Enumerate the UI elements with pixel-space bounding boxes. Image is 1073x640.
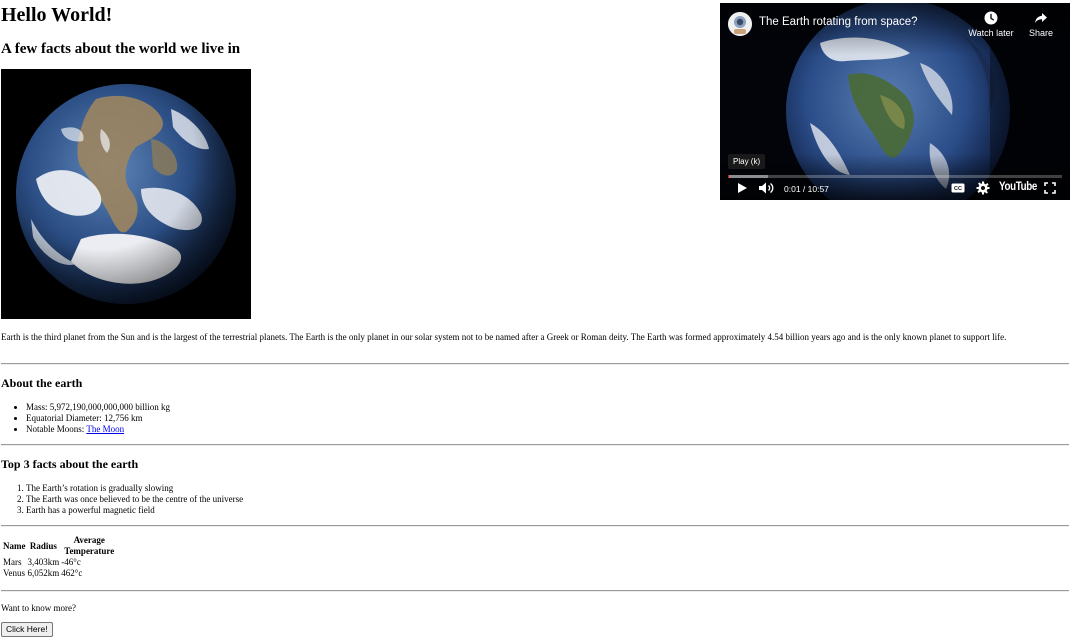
list-item: Notable Moons: The Moon: [26, 424, 170, 435]
more-text: Want to know more?: [1, 603, 77, 613]
divider: [1, 363, 1069, 365]
progress-loaded: [728, 175, 769, 178]
time-display: 0:01 / 10:57: [784, 184, 829, 194]
earth-image: [1, 69, 251, 319]
list-item: The Earth was once believed to be the ce…: [26, 494, 243, 505]
video-title[interactable]: The Earth rotating from space?: [759, 16, 918, 28]
page-subtitle: A few facts about the world we live in: [1, 41, 241, 57]
facts-heading: Top 3 facts about the earth: [1, 457, 139, 471]
list-item: The Earth’s rotation is gradually slowin…: [26, 483, 243, 494]
list-item: Earth has a powerful magnetic field: [26, 505, 243, 516]
clock-icon: [984, 11, 998, 25]
planet-table: Name Radius Average Temperature Mars 3,4…: [1, 535, 119, 579]
table-cell: Mars: [3, 557, 22, 567]
play-tooltip: Play (k): [728, 154, 766, 169]
progress-played: [728, 175, 729, 178]
fullscreen-icon[interactable]: [1044, 182, 1056, 194]
column-header: Name: [3, 540, 26, 551]
share-button[interactable]: Share: [1026, 11, 1056, 38]
page-title: Hello World!: [1, 4, 113, 26]
play-icon[interactable]: [735, 181, 749, 195]
moons-label: Notable Moons:: [26, 424, 87, 434]
click-here-button[interactable]: Click Here!: [1, 622, 53, 637]
column-header: Radius: [29, 540, 57, 551]
about-list: Mass: 5,972,190,000,000,000 billion kg E…: [1, 402, 170, 435]
the-moon-link[interactable]: The Moon: [86, 424, 124, 434]
watch-later-button[interactable]: Watch later: [968, 11, 1014, 38]
divider: [1, 525, 1069, 527]
video-embed[interactable]: The Earth rotating from space? Watch lat…: [720, 3, 1070, 200]
watch-later-label: Watch later: [968, 28, 1014, 38]
svg-text:CC: CC: [954, 186, 962, 192]
list-item: Mass: 5,972,190,000,000,000 billion kg: [26, 402, 170, 413]
settings-gear-icon[interactable]: [976, 181, 990, 195]
table-cell: 3,403km: [27, 557, 60, 567]
table-cell: 6,052km: [27, 568, 60, 578]
video-top-gradient: [720, 3, 1070, 55]
about-heading: About the earth: [1, 376, 83, 390]
table-cell: -46°c: [61, 557, 81, 567]
youtube-logo[interactable]: YouTube: [999, 181, 1037, 193]
captions-icon[interactable]: CC: [951, 183, 965, 193]
divider: [1, 444, 1069, 446]
table-row: Venus 6,052km 462°c: [3, 568, 117, 579]
channel-avatar[interactable]: [728, 12, 752, 36]
table-header-row: Name Radius Average Temperature: [3, 535, 117, 557]
intro-paragraph: Earth is the third planet from the Sun a…: [1, 332, 1007, 342]
table-cell: Venus: [3, 568, 25, 578]
share-label: Share: [1028, 28, 1054, 38]
divider: [1, 590, 1069, 592]
facts-list: The Earth’s rotation is gradually slowin…: [1, 483, 243, 516]
column-header: Average Temperature: [64, 535, 115, 556]
table-row: Mars 3,403km -46°c: [3, 557, 117, 568]
table-cell: 462°c: [61, 568, 83, 578]
progress-bar[interactable]: [728, 175, 1062, 178]
volume-icon[interactable]: [758, 181, 776, 195]
share-arrow-icon: [1035, 13, 1047, 23]
list-item: Equatorial Diameter: 12,756 km: [26, 413, 170, 424]
